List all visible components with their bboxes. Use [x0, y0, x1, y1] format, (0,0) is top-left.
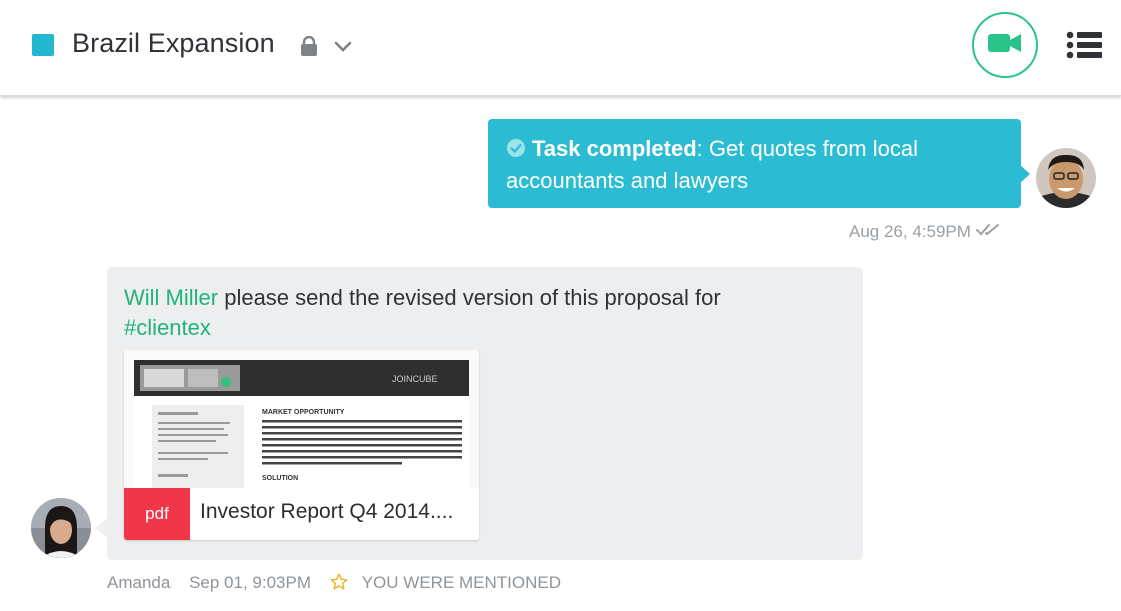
user-mention-link[interactable]: Will Miller	[124, 285, 218, 310]
mention-indicator: YOU WERE MENTIONED	[330, 573, 561, 592]
lock-icon	[299, 35, 319, 61]
channel-color-square	[32, 34, 54, 56]
avatar-amanda[interactable]	[31, 498, 91, 558]
double-check-icon	[975, 222, 1002, 241]
outgoing-timestamp: Aug 26, 4:59PM	[849, 222, 971, 241]
attachment-file-name[interactable]: Investor Report Q4 2014....	[200, 500, 453, 524]
incoming-bubble-tail	[96, 518, 107, 538]
video-camera-icon	[988, 32, 1022, 59]
thumbnail-heading-2: SOLUTION	[262, 475, 298, 482]
list-menu-button[interactable]	[1066, 30, 1104, 65]
outgoing-message-bubble[interactable]: Task completed: Get quotes from local ac…	[488, 119, 1021, 208]
attachment-footer: pdf Investor Report Q4 2014....	[124, 488, 479, 540]
channel-title[interactable]: Brazil Expansion	[72, 28, 275, 59]
incoming-timestamp: Sep 01, 9:03PM	[189, 573, 311, 592]
thumbnail-logo: JOINCUBE	[392, 374, 438, 384]
pdf-attachment-card[interactable]: JOINCUBE MARKET OPPORTUNITY SOLUTION pdf…	[124, 350, 479, 540]
message-body: please send the revised version of this …	[218, 285, 721, 310]
check-circle-icon	[506, 136, 526, 166]
list-menu-icon	[1066, 31, 1104, 64]
sender-name[interactable]: Amanda	[107, 573, 170, 592]
chevron-down-icon[interactable]	[333, 40, 353, 59]
incoming-meta: Amanda Sep 01, 9:03PM YOU WERE MENTIONED	[107, 573, 575, 596]
pdf-file-type-badge: pdf	[124, 488, 190, 540]
outgoing-meta: Aug 26, 4:59PM	[849, 222, 1002, 242]
avatar-self[interactable]	[1036, 148, 1096, 208]
incoming-message-text: Will Miller please send the revised vers…	[124, 283, 844, 343]
mention-badge-text: YOU WERE MENTIONED	[361, 573, 562, 592]
star-outline-icon	[330, 573, 348, 596]
thumbnail-heading-1: MARKET OPPORTUNITY	[262, 409, 345, 416]
hashtag-link[interactable]: #clientex	[124, 315, 211, 340]
channel-header: Brazil Expansion	[0, 0, 1121, 96]
task-status-label: Task completed	[532, 136, 697, 161]
video-call-button[interactable]	[972, 12, 1038, 78]
outgoing-bubble-tail	[1019, 164, 1030, 184]
document-thumbnail: JOINCUBE MARKET OPPORTUNITY SOLUTION	[124, 350, 479, 488]
